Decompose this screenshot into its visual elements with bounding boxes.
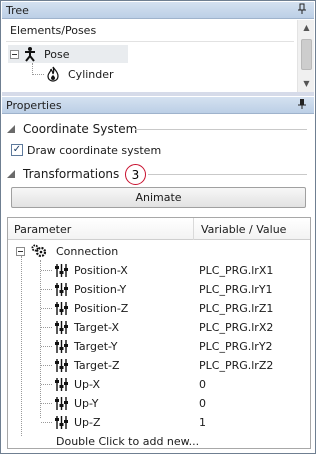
parameter-row[interactable]: Up-Z 1 (8, 413, 310, 432)
parameter-row[interactable]: Position-Y PLC_PRG.lrY1 (8, 280, 310, 299)
section-divider (148, 174, 307, 175)
panel-splitter[interactable] (2, 92, 314, 96)
grid-header: Parameter Variable / Value (8, 218, 310, 240)
parameter-value[interactable]: PLC_PRG.lrX1 (199, 261, 273, 280)
parameter-value[interactable]: PLC_PRG.lrZ2 (199, 356, 273, 375)
flame-icon (46, 66, 60, 82)
parameter-name: Target-Z (74, 359, 120, 372)
tree-connector (41, 384, 52, 385)
parameter-name: Up-X (74, 378, 100, 391)
add-new-hint[interactable]: Double Click to add new... (56, 432, 199, 448)
tree-connector (41, 289, 52, 290)
collapse-triangle-icon[interactable] (7, 167, 15, 181)
properties-window: Tree Elements/Poses Pose Cylinder ▲ ▼ Pr… (0, 0, 316, 454)
properties-panel-header: Properties (2, 97, 314, 114)
column-header-value[interactable]: Variable / Value (195, 218, 310, 240)
section-coordinate-system[interactable]: Coordinate System (7, 120, 137, 138)
parameter-value[interactable]: 0 (199, 375, 206, 394)
parameter-sliders-icon (54, 396, 69, 411)
tree-item-cylinder[interactable]: Cylinder (46, 65, 166, 83)
parameter-sliders-icon (54, 301, 69, 316)
parameter-row[interactable]: Position-X PLC_PRG.lrX1 (8, 261, 310, 280)
collapse-triangle-icon[interactable] (7, 122, 15, 136)
section-transformations[interactable]: Transformations (7, 165, 119, 183)
scroll-up-icon[interactable]: ▲ (298, 20, 315, 36)
parameter-row[interactable]: Target-Y PLC_PRG.lrY2 (8, 337, 310, 356)
parameter-value[interactable]: PLC_PRG.lrY1 (199, 280, 273, 299)
tree-connector (41, 308, 52, 309)
tree-connector (32, 74, 44, 75)
tree-column-label: Elements/Poses (10, 24, 97, 37)
parameter-name: Target-X (74, 321, 119, 334)
column-header-label: Variable / Value (201, 222, 287, 236)
parameter-grid[interactable]: Parameter Variable / Value Connection Po… (7, 217, 311, 449)
parameter-name: Position-X (74, 264, 128, 277)
section-divider (135, 129, 307, 130)
group-label: Connection (56, 245, 119, 258)
callout-number-badge: 3 (125, 164, 146, 185)
tree-panel-header: Tree (2, 2, 314, 19)
tree-panel-title: Tree (6, 3, 29, 17)
parameter-row[interactable]: Target-Z PLC_PRG.lrZ2 (8, 356, 310, 375)
parameter-name: Up-Z (74, 416, 101, 429)
tree-connector (41, 270, 52, 271)
parameter-sliders-icon (54, 358, 69, 373)
collapse-toggle-icon[interactable] (16, 247, 25, 256)
tree-connector (41, 365, 52, 366)
section-title-label: Coordinate System (23, 122, 138, 136)
parameter-sliders-icon (54, 320, 69, 335)
parameter-row[interactable]: Up-Y 0 (8, 394, 310, 413)
tree-connector (41, 346, 52, 347)
tree-item-pose[interactable]: Pose (8, 45, 128, 63)
properties-panel-title: Properties (6, 98, 62, 112)
tree-connector (41, 327, 52, 328)
parameter-name: Position-Y (74, 283, 127, 296)
draw-coordinate-system-checkbox[interactable]: ✓ Draw coordinate system (11, 142, 161, 158)
pin-icon[interactable] (296, 98, 308, 111)
pose-figure-icon (22, 46, 38, 62)
parameter-value[interactable]: PLC_PRG.lrX2 (199, 318, 273, 337)
parameter-name: Position-Z (74, 302, 129, 315)
section-title-label: Transformations (23, 167, 120, 181)
tree-item-label: Pose (44, 47, 70, 61)
parameter-name: Up-Y (74, 397, 99, 410)
pin-icon[interactable] (296, 3, 308, 16)
checkbox-checked-icon[interactable]: ✓ (11, 144, 23, 156)
parameter-value[interactable]: 0 (199, 394, 206, 413)
checkbox-label: Draw coordinate system (27, 143, 162, 157)
parameter-value[interactable]: PLC_PRG.lrY2 (199, 337, 273, 356)
tree-connector (41, 422, 52, 423)
parameter-sliders-icon (54, 377, 69, 392)
parameter-name: Target-Y (74, 340, 118, 353)
parameter-sliders-icon (54, 282, 69, 297)
parameter-row[interactable]: Up-X 0 (8, 375, 310, 394)
group-row-connection[interactable]: Connection (8, 242, 310, 261)
parameter-sliders-icon (54, 263, 69, 278)
tree-item-label: Cylinder (68, 67, 114, 81)
tree-scrollbar[interactable]: ▲ ▼ (297, 20, 314, 92)
animate-button[interactable]: Animate (11, 187, 306, 208)
collapse-toggle-icon[interactable] (10, 49, 19, 59)
tree-connector (41, 403, 52, 404)
tree-view[interactable]: Elements/Poses Pose Cylinder ▲ ▼ (2, 20, 314, 92)
parameter-sliders-icon (54, 415, 69, 430)
column-header-parameter[interactable]: Parameter (8, 218, 194, 240)
parameter-row[interactable]: Position-Z PLC_PRG.lrZ1 (8, 299, 310, 318)
column-header-label: Parameter (14, 222, 72, 236)
gears-icon (30, 244, 48, 259)
parameter-sliders-icon (54, 339, 69, 354)
parameter-value[interactable]: PLC_PRG.lrZ1 (199, 299, 273, 318)
parameter-row[interactable]: Target-X PLC_PRG.lrX2 (8, 318, 310, 337)
parameter-value[interactable]: 1 (199, 413, 206, 432)
tree-column-header: Elements/Poses (6, 20, 294, 42)
scroll-thumb[interactable] (301, 39, 312, 70)
scroll-down-icon[interactable]: ▼ (298, 76, 315, 92)
